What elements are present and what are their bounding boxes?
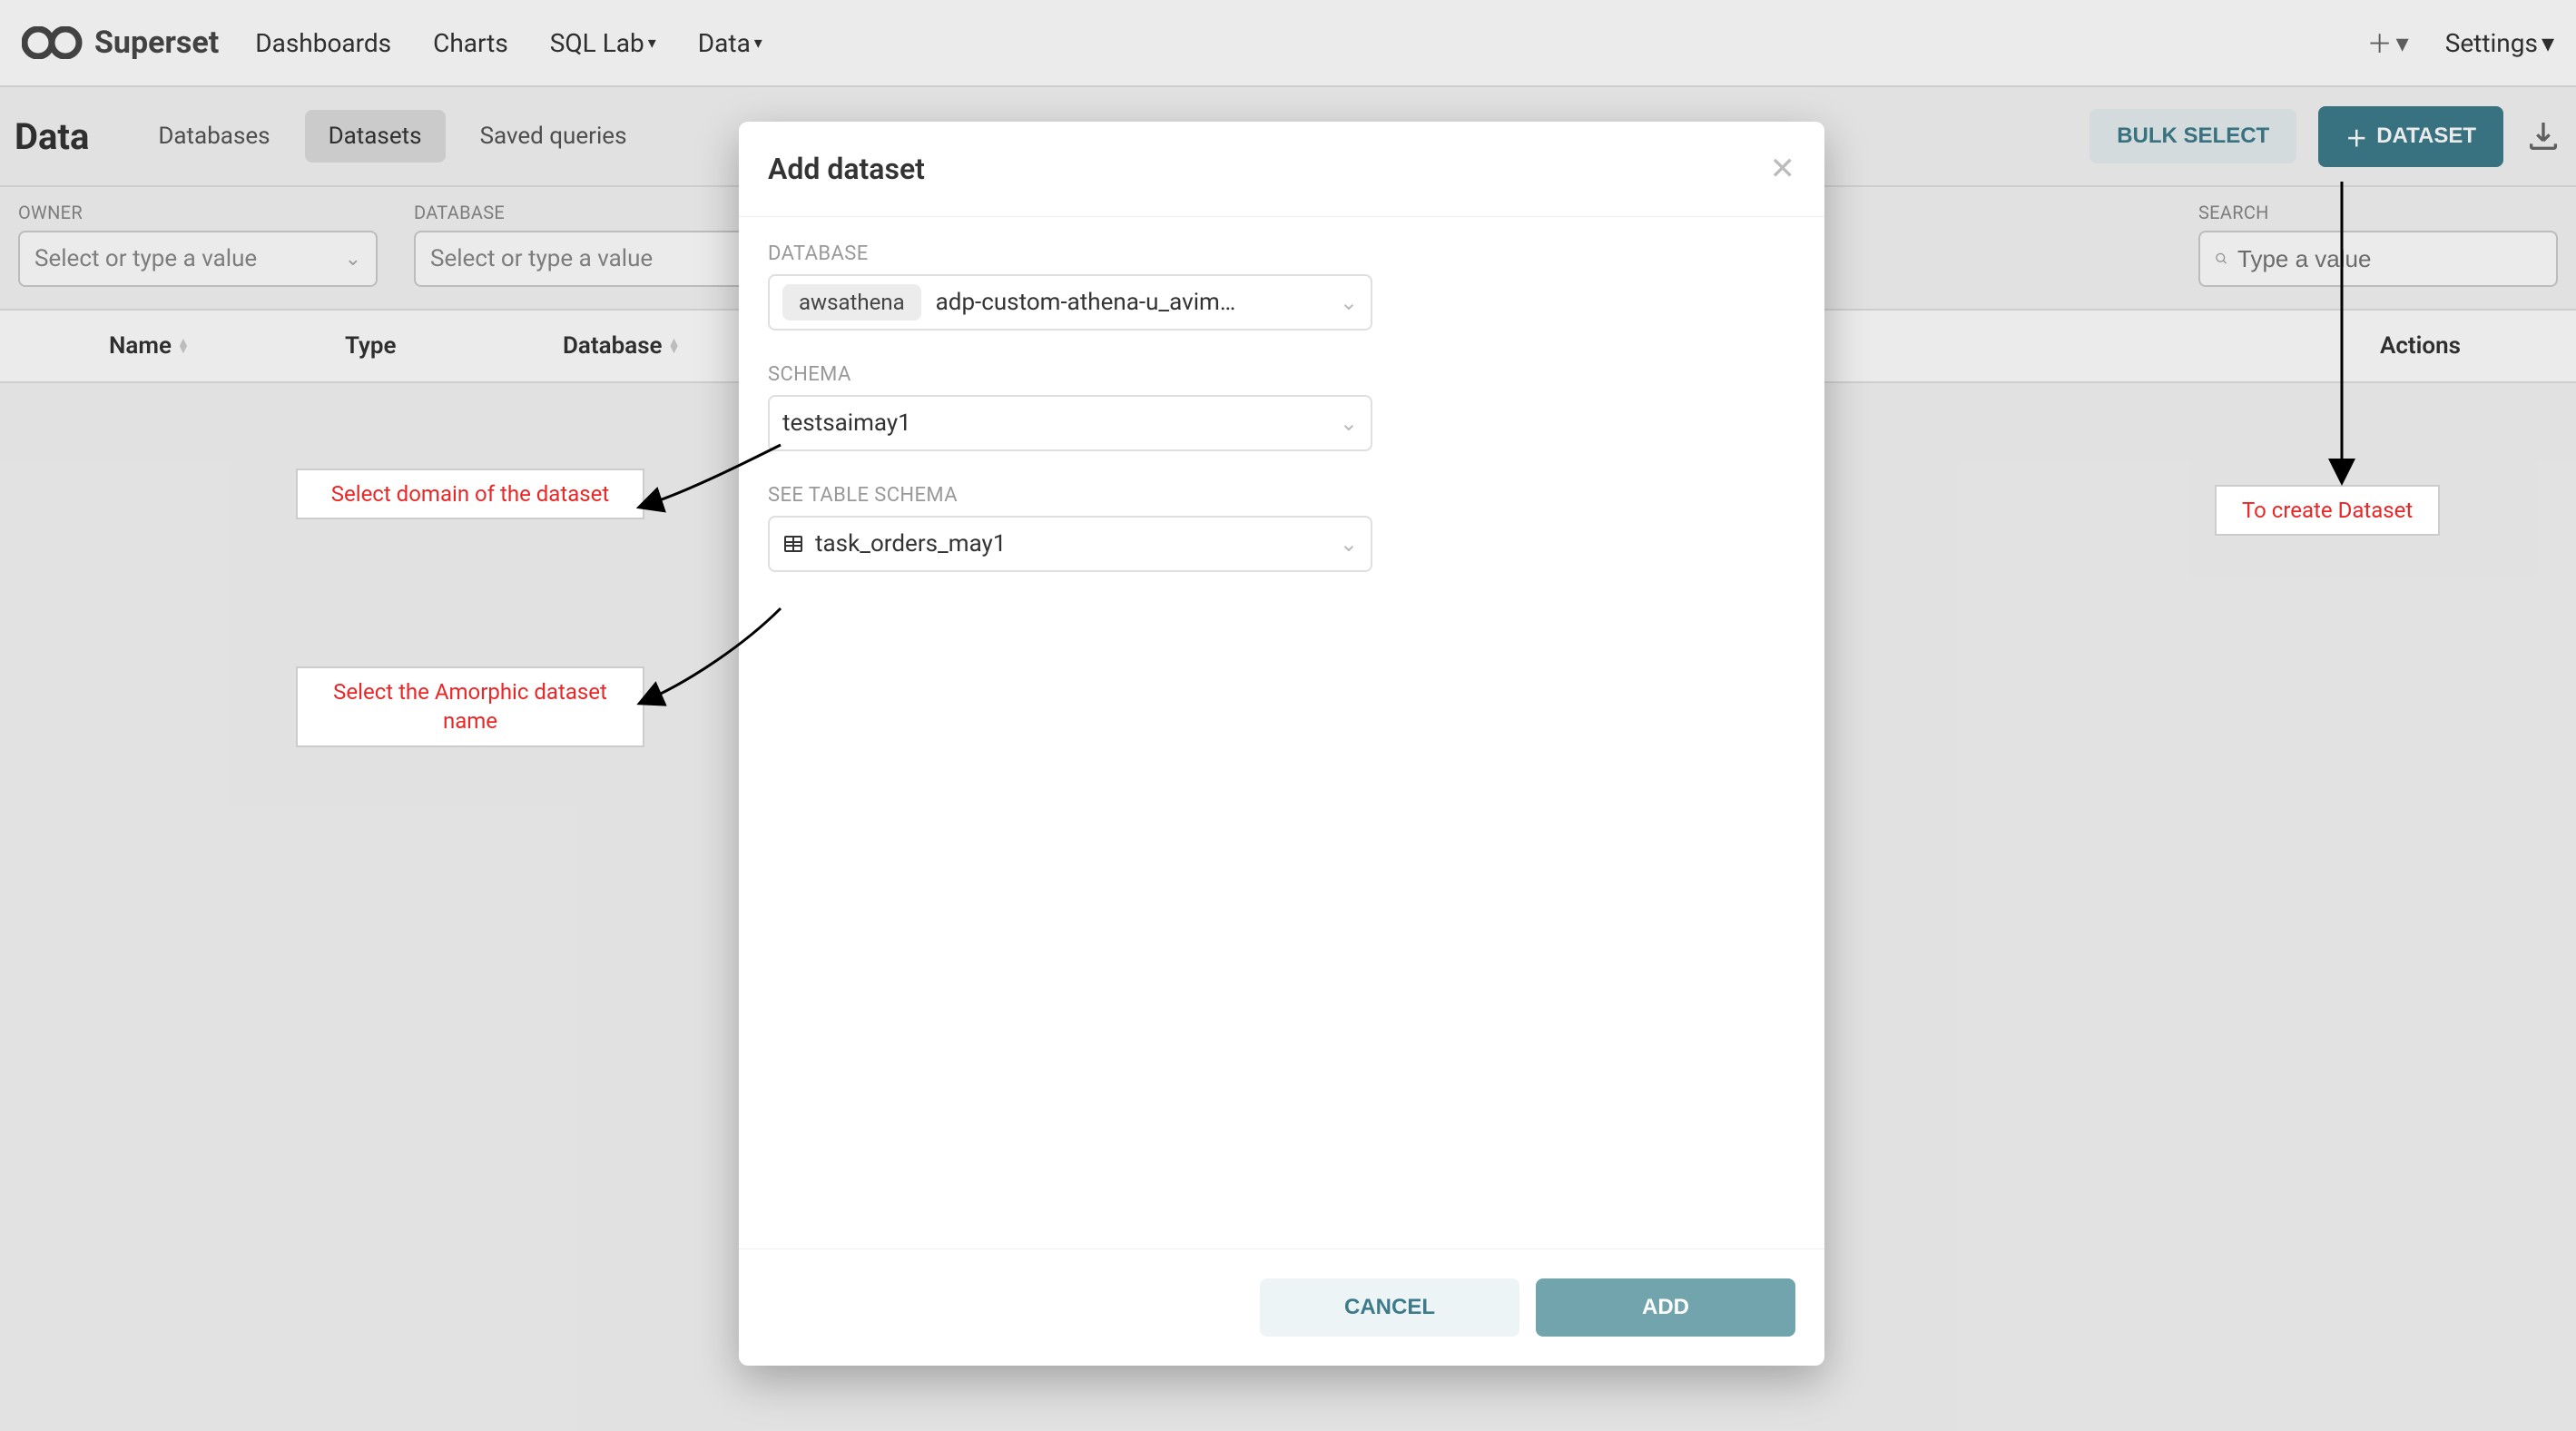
table-value: task_orders_may1 [815, 530, 1006, 558]
close-icon: ✕ [1770, 152, 1796, 186]
add-button[interactable]: ADD [1536, 1278, 1795, 1337]
modal-table-select[interactable]: task_orders_may1 ⌄ [768, 516, 1372, 572]
modal-footer: CANCEL ADD [739, 1248, 1824, 1366]
chevron-down-icon: ⌄ [1340, 531, 1358, 557]
annotation-create-dataset: To create Dataset [2215, 485, 2440, 536]
chevron-down-icon: ⌄ [1340, 410, 1358, 436]
annotation-select-amorphic: Select the Amorphic dataset name [296, 666, 644, 747]
cancel-button[interactable]: CANCEL [1260, 1278, 1519, 1337]
add-dataset-modal: Add dataset ✕ DATABASE awsathena adp-cus… [739, 122, 1824, 1366]
modal-schema-label: SCHEMA [768, 363, 1795, 386]
modal-header: Add dataset ✕ [739, 122, 1824, 217]
table-icon [782, 533, 804, 555]
modal-title: Add dataset [768, 152, 925, 186]
modal-body: DATABASE awsathena adp-custom-athena-u_a… [739, 217, 1824, 1248]
modal-schema-select[interactable]: testsaimay1 ⌄ [768, 395, 1372, 451]
chevron-down-icon: ⌄ [1340, 290, 1358, 315]
schema-value: testsaimay1 [782, 410, 911, 437]
annotation-select-domain: Select domain of the dataset [296, 469, 644, 519]
db-engine-tag: awsathena [782, 284, 921, 321]
close-button[interactable]: ✕ [1770, 151, 1796, 187]
modal-database-select[interactable]: awsathena adp-custom-athena-u_avim… ⌄ [768, 274, 1372, 331]
db-value: adp-custom-athena-u_avim… [936, 289, 1236, 316]
modal-database-label: DATABASE [768, 242, 1795, 265]
modal-table-schema-label: SEE TABLE SCHEMA [768, 484, 1795, 507]
